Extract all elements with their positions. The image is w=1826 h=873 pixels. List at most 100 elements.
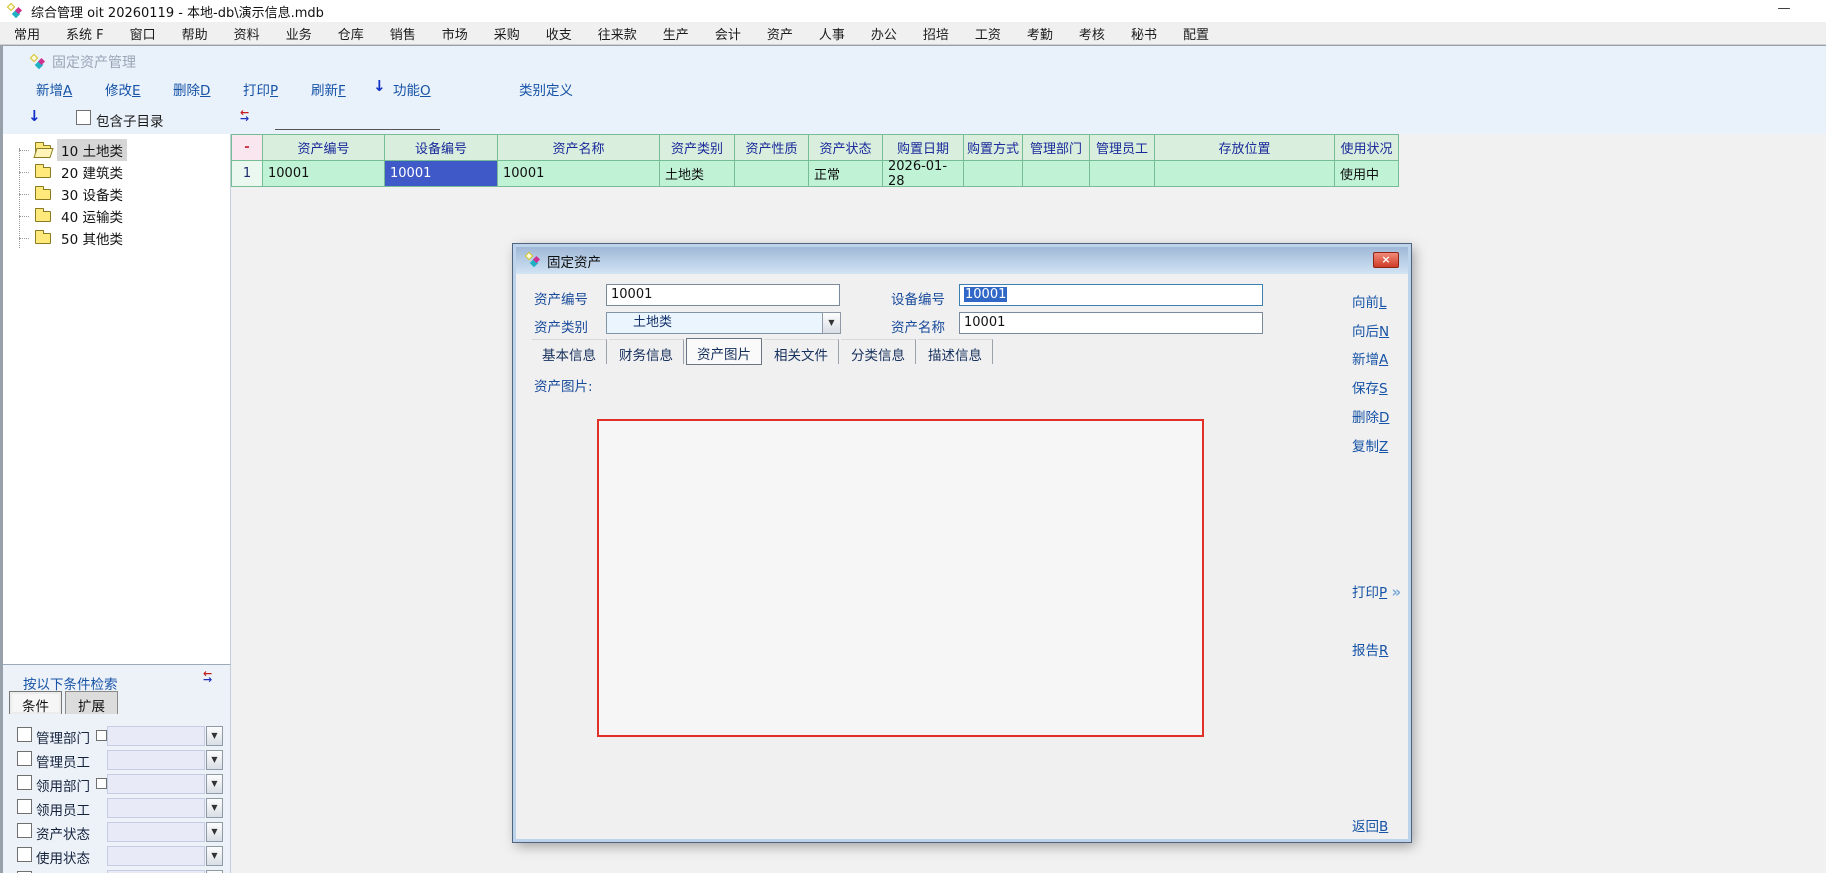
device-no-input[interactable]: 10001 bbox=[959, 284, 1263, 306]
column-header-marker[interactable]: - bbox=[232, 135, 263, 161]
usage-status-dropdown[interactable] bbox=[107, 846, 205, 866]
menu-item-chuangkou[interactable]: 窗口 bbox=[130, 24, 156, 43]
column-header-status[interactable]: 资产状态 bbox=[809, 135, 883, 161]
dialog-add-button[interactable]: 新增A bbox=[1352, 348, 1388, 368]
use-dept-checkbox[interactable] bbox=[17, 775, 32, 790]
column-header-asset-name[interactable]: 资产名称 bbox=[498, 135, 660, 161]
cell-manage-dept[interactable] bbox=[1023, 161, 1090, 187]
tree-item-transport[interactable]: 40 运输类 bbox=[19, 206, 127, 226]
search-swap-icon[interactable]: ←→ bbox=[203, 671, 212, 683]
tree-item-equipment[interactable]: 30 设备类 bbox=[19, 184, 127, 204]
dialog-close-button[interactable]: × bbox=[1373, 252, 1399, 268]
dialog-copy-button[interactable]: 复制Z bbox=[1352, 435, 1388, 455]
menu-item-kaoqin[interactable]: 考勤 bbox=[1027, 24, 1053, 43]
asset-no-input[interactable]: 10001 bbox=[606, 284, 840, 306]
menu-item-wanglaikuan[interactable]: 往来款 bbox=[598, 24, 637, 43]
cell-purchase-date[interactable]: 2026-01-28 bbox=[883, 161, 964, 187]
dialog-prev-button[interactable]: 向前L bbox=[1352, 291, 1387, 311]
dialog-tab-classify[interactable]: 分类信息 bbox=[841, 339, 916, 364]
include-subdir-checkbox[interactable] bbox=[76, 110, 91, 125]
toolbar-print-button[interactable]: 打印P bbox=[243, 79, 278, 99]
dialog-print-button[interactable]: 打印P » bbox=[1352, 581, 1399, 601]
dialog-tab-files[interactable]: 相关文件 bbox=[764, 339, 839, 364]
asset-status-checkbox[interactable] bbox=[17, 823, 32, 838]
table-filter-field[interactable] bbox=[275, 129, 440, 130]
manage-dept-dropdown[interactable] bbox=[107, 726, 205, 746]
dialog-tab-image[interactable]: 资产图片 bbox=[686, 338, 762, 365]
column-header-purchase-method[interactable]: 购置方式 bbox=[964, 135, 1023, 161]
menu-item-changyong[interactable]: 常用 bbox=[14, 24, 40, 43]
use-dept-dropdown[interactable] bbox=[107, 774, 205, 794]
menu-item-ziliao[interactable]: 资料 bbox=[234, 24, 260, 43]
menu-item-peizhi[interactable]: 配置 bbox=[1183, 24, 1209, 43]
column-header-manage-staff[interactable]: 管理员工 bbox=[1090, 135, 1155, 161]
toolbar-refresh-button[interactable]: 刷新F bbox=[311, 79, 346, 99]
manage-staff-dropdown[interactable] bbox=[107, 750, 205, 770]
column-header-asset-no[interactable]: 资产编号 bbox=[263, 135, 385, 161]
dialog-titlebar[interactable]: 固定资产 bbox=[516, 247, 1408, 274]
column-header-nature[interactable]: 资产性质 bbox=[735, 135, 809, 161]
tree-collapse-arrow-icon[interactable]: ↓ bbox=[28, 107, 41, 125]
dialog-tab-finance[interactable]: 财务信息 bbox=[609, 339, 684, 364]
menu-item-kuaiji[interactable]: 会计 bbox=[715, 24, 741, 43]
menu-item-mishu[interactable]: 秘书 bbox=[1131, 24, 1157, 43]
toolbar-delete-button[interactable]: 删除D bbox=[173, 79, 210, 99]
dropdown-arrow-icon[interactable]: ▼ bbox=[206, 798, 223, 818]
dialog-tab-description[interactable]: 描述信息 bbox=[918, 339, 993, 364]
column-header-category[interactable]: 资产类别 bbox=[660, 135, 735, 161]
asset-status-dropdown[interactable] bbox=[107, 822, 205, 842]
menu-item-bangong[interactable]: 办公 bbox=[871, 24, 897, 43]
tree-item-building[interactable]: 20 建筑类 bbox=[19, 162, 127, 182]
cell-status[interactable]: 正常 bbox=[809, 161, 883, 187]
dialog-back-button[interactable]: 返回B bbox=[1352, 815, 1388, 835]
column-header-purchase-date[interactable]: 购置日期 bbox=[883, 135, 964, 161]
dropdown-arrow-icon[interactable]: ▼ bbox=[206, 846, 223, 866]
use-staff-dropdown[interactable] bbox=[107, 798, 205, 818]
cell-asset-no[interactable]: 10001 bbox=[263, 161, 385, 187]
menu-item-kaohe[interactable]: 考核 bbox=[1079, 24, 1105, 43]
cell-location[interactable] bbox=[1155, 161, 1335, 187]
cell-purchase-method[interactable] bbox=[964, 161, 1023, 187]
table-row[interactable]: 1 10001 10001 10001 土地类 正常 2026-01-28 使用… bbox=[232, 161, 1399, 187]
dialog-report-button[interactable]: 报告R bbox=[1352, 639, 1388, 659]
column-header-location[interactable]: 存放位置 bbox=[1155, 135, 1335, 161]
menu-item-gongzi[interactable]: 工资 bbox=[975, 24, 1001, 43]
row-number-cell[interactable]: 1 bbox=[232, 161, 263, 187]
menu-item-shouzhi[interactable]: 收支 bbox=[546, 24, 572, 43]
menu-item-renshi[interactable]: 人事 bbox=[819, 24, 845, 43]
manage-dept-sub-checkbox[interactable] bbox=[96, 730, 107, 741]
dropdown-arrow-icon[interactable]: ▼ bbox=[206, 774, 223, 794]
search-tab-extended[interactable]: 扩展 bbox=[65, 691, 118, 714]
menu-item-yewu[interactable]: 业务 bbox=[286, 24, 312, 43]
usage-status-checkbox[interactable] bbox=[17, 847, 32, 862]
grid-swap-icon[interactable]: ←→ bbox=[240, 110, 249, 122]
cell-asset-name[interactable]: 10001 bbox=[498, 161, 660, 187]
toolbar-category-define-button[interactable]: 类别定义 bbox=[519, 79, 573, 99]
dialog-delete-button[interactable]: 删除D bbox=[1352, 406, 1389, 426]
manage-dept-checkbox[interactable] bbox=[17, 727, 32, 742]
cell-usage[interactable]: 使用中 bbox=[1335, 161, 1399, 187]
minimize-button[interactable]: — bbox=[1770, 2, 1798, 18]
dropdown-arrow-icon[interactable]: ▼ bbox=[206, 726, 223, 746]
search-tab-condition[interactable]: 条件 bbox=[9, 691, 62, 714]
asset-name-input[interactable]: 10001 bbox=[959, 312, 1263, 334]
menu-item-xiaoshou[interactable]: 销售 bbox=[390, 24, 416, 43]
menu-item-shengchan[interactable]: 生产 bbox=[663, 24, 689, 43]
menu-item-caigou[interactable]: 采购 bbox=[494, 24, 520, 43]
tree-item-land[interactable]: 10 土地类 bbox=[19, 140, 127, 160]
use-dept-sub-checkbox[interactable] bbox=[96, 778, 107, 789]
dropdown-arrow-icon[interactable]: ▼ bbox=[206, 750, 223, 770]
dialog-next-button[interactable]: 向后N bbox=[1352, 320, 1389, 340]
category-dropdown-arrow-icon[interactable]: ▼ bbox=[822, 312, 841, 334]
toolbar-edit-button[interactable]: 修改E bbox=[105, 79, 141, 99]
manage-staff-checkbox[interactable] bbox=[17, 751, 32, 766]
cell-category[interactable]: 土地类 bbox=[660, 161, 735, 187]
category-combobox[interactable]: 土地类 bbox=[606, 312, 840, 334]
menu-item-zichan[interactable]: 资产 bbox=[767, 24, 793, 43]
dialog-tab-basic[interactable]: 基本信息 bbox=[532, 339, 607, 364]
toolbar-function-button[interactable]: 功能O bbox=[393, 79, 431, 99]
use-staff-checkbox[interactable] bbox=[17, 799, 32, 814]
column-header-manage-dept[interactable]: 管理部门 bbox=[1023, 135, 1090, 161]
menu-item-shichang[interactable]: 市场 bbox=[442, 24, 468, 43]
menu-item-cangku[interactable]: 仓库 bbox=[338, 24, 364, 43]
